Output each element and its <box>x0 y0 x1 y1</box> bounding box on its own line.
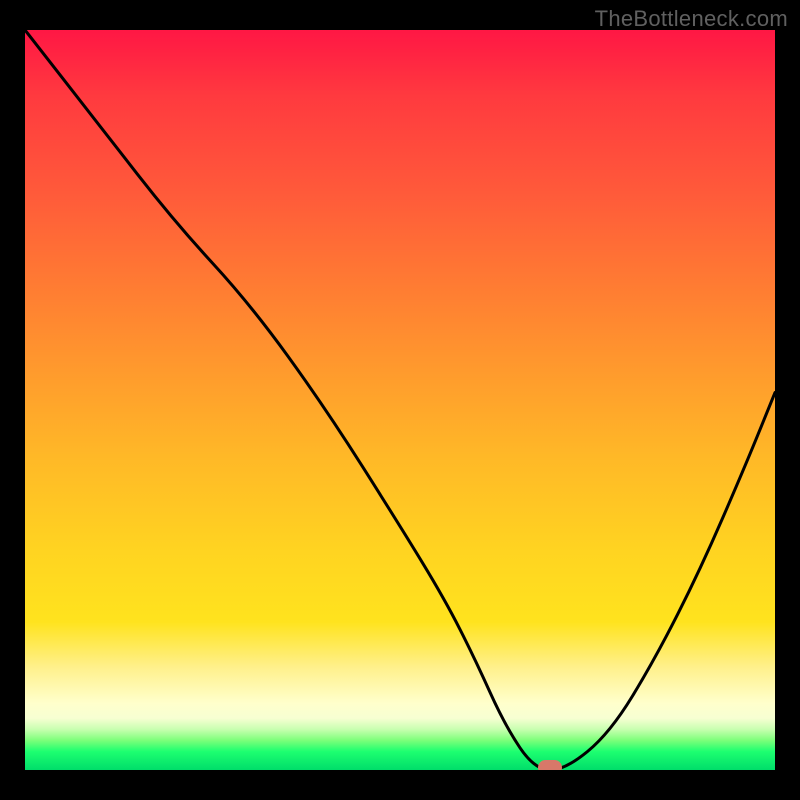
bottleneck-curve <box>25 30 775 770</box>
plot-area <box>25 30 775 770</box>
curve-svg <box>25 30 775 770</box>
chart-container: TheBottleneck.com <box>0 0 800 800</box>
optimal-point-marker <box>538 760 562 770</box>
watermark-label: TheBottleneck.com <box>595 6 788 32</box>
